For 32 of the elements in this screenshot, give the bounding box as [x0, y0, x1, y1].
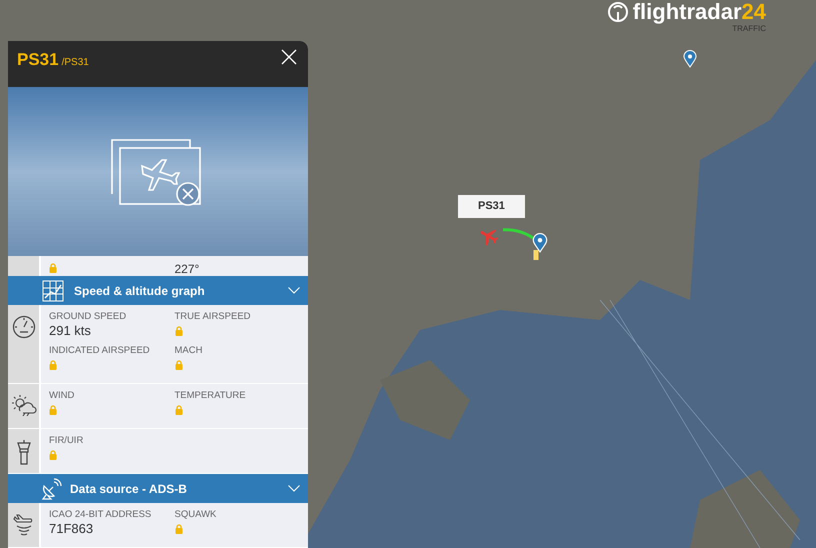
- section-header[interactable]: Data source - ADS-B: [8, 474, 308, 504]
- chevron-icon: [288, 485, 300, 492]
- field-label: TEMPERATURE: [174, 390, 247, 402]
- icon-column-background: [8, 256, 41, 276]
- field-label: GROUND SPEED: [49, 311, 128, 324]
- satellite-dish-icon: [40, 478, 62, 500]
- radar-icon: [606, 1, 629, 23]
- control-tower-icon: [14, 439, 32, 466]
- field-label: TRUE AIRSPEED: [174, 311, 252, 324]
- field-label: WIND: [49, 390, 76, 402]
- chart-grid-icon: [42, 280, 64, 302]
- logo-text: flightradar24: [632, 0, 766, 24]
- logo[interactable]: flightradar24 TRAFFIC: [606, 0, 766, 34]
- close-button[interactable]: [279, 47, 299, 67]
- location-pin-icon: [683, 50, 697, 68]
- field-label: ICAO 24-BIT ADDRESS: [49, 509, 152, 522]
- field-value: 71F863: [49, 521, 94, 538]
- field-label: SQUAWK: [174, 509, 218, 522]
- weather-icon: [10, 394, 36, 416]
- flight-label[interactable]: PS31: [458, 195, 525, 218]
- flight-code: /PS31: [62, 56, 89, 70]
- field-label: INDICATED AIRSPEED: [49, 345, 151, 358]
- location-pin-icon: [532, 233, 548, 253]
- field-label: FIR/UIR: [49, 435, 84, 448]
- field-label: MACH: [174, 345, 204, 358]
- chevron-icon: [288, 287, 300, 294]
- logo-tagline: TRAFFIC: [732, 24, 766, 34]
- field-value: 227°: [174, 262, 200, 276]
- flight-callsign: PS31: [17, 49, 59, 71]
- field-value: 291 kts: [49, 323, 92, 340]
- gauge-icon: [12, 315, 36, 340]
- section-header[interactable]: Speed & altitude graph: [8, 276, 308, 306]
